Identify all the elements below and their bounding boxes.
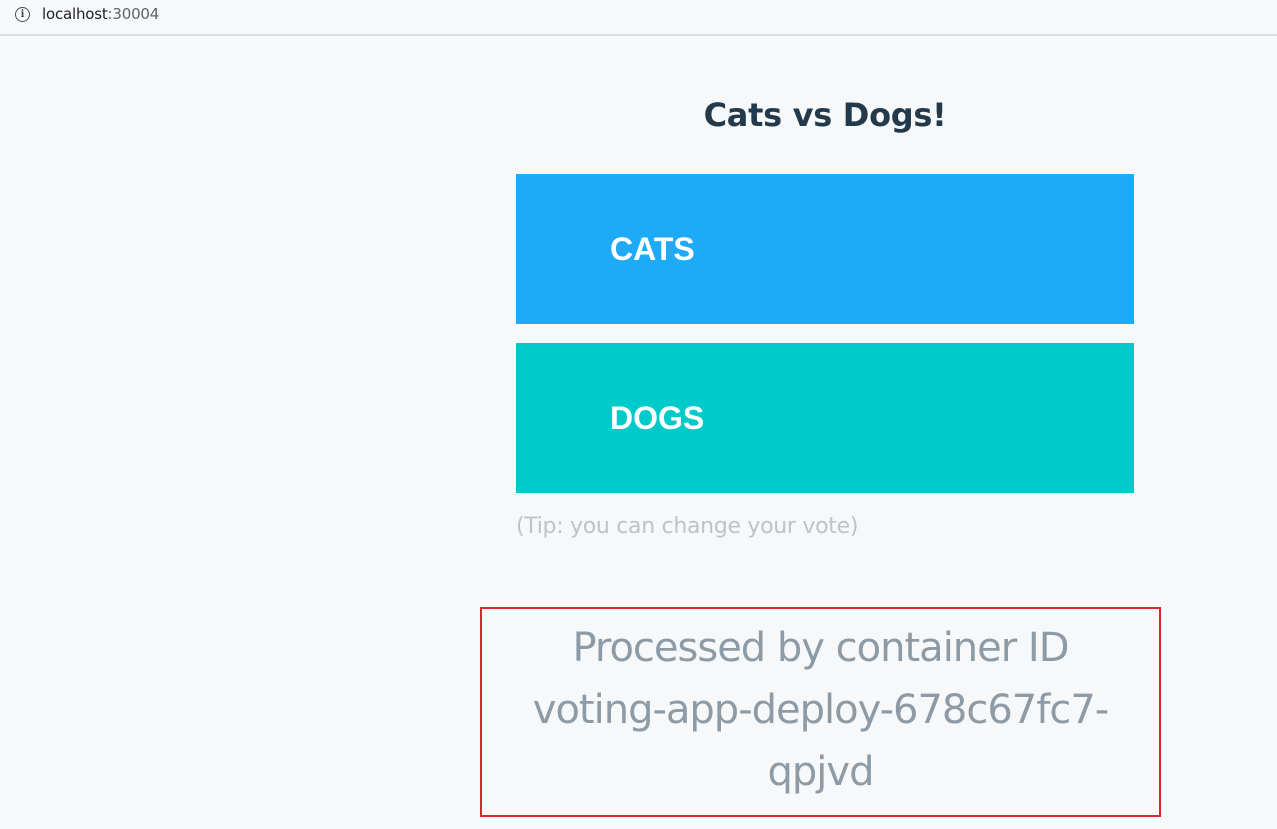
tip-text: (Tip: you can change your vote) (516, 514, 859, 539)
container-id-line1: voting-app-deploy-678c67fc7- (532, 687, 1109, 733)
container-id-box: Processed by container ID voting-app-dep… (480, 607, 1161, 817)
url-text[interactable]: localhost:30004 (42, 5, 159, 23)
page-title: Cats vs Dogs! (703, 96, 947, 134)
vote-cats-button[interactable]: CATS (516, 174, 1134, 324)
vote-dogs-button[interactable]: DOGS (516, 343, 1134, 493)
address-bar[interactable]: i localhost:30004 (0, 0, 1277, 36)
url-port: :30004 (107, 5, 160, 23)
url-host: localhost (42, 5, 108, 23)
processed-by-label: Processed by container ID (572, 625, 1069, 671)
info-circle-icon[interactable]: i (15, 7, 30, 22)
container-id-line2: qpjvd (767, 749, 875, 795)
